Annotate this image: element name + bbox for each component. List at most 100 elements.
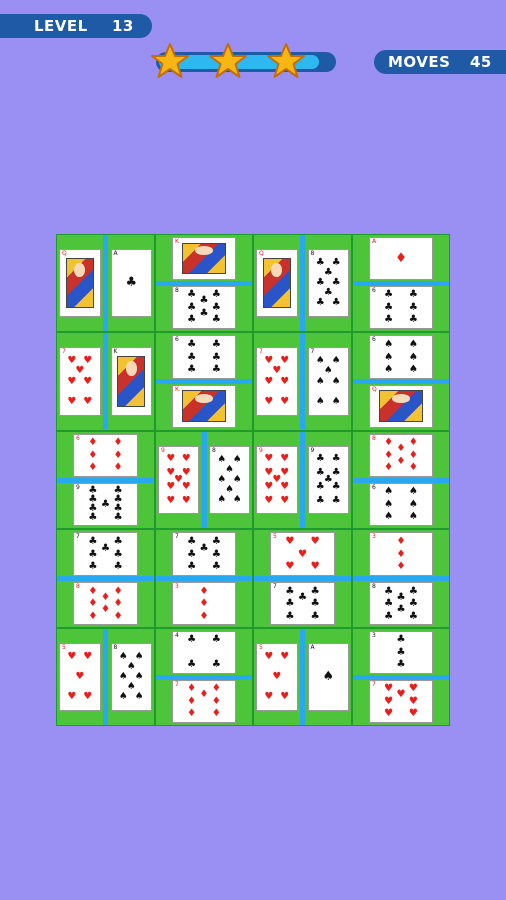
card-rank: Q — [372, 385, 377, 393]
domino-tile[interactable]: K 8 ♣ ♣ ♣ ♣ ♣ ♣ ♣ ♣ — [156, 235, 252, 331]
diamond-pip-icon: ♦ — [100, 603, 111, 616]
domino-tile[interactable]: 9 ♥ ♥ ♥ ♥ ♥ ♥ ♥ ♥ ♥ 8 ♠ ♠ ♠ ♠ ♠ ♠ ♠ ♠ — [156, 432, 252, 528]
diamond-pip-icon: ♦ — [396, 443, 406, 455]
heart-pip-icon: ♥ — [384, 695, 394, 707]
card-rank: 9 — [259, 447, 263, 454]
spade-pip-icon: ♠ — [232, 474, 242, 485]
spade-pip-icon: ♠ — [384, 486, 394, 498]
card-rank: Q — [62, 250, 67, 257]
diamond-pip-icon: ♦ — [211, 683, 221, 695]
card-rank: 7 — [372, 681, 376, 688]
tile-divider — [103, 333, 108, 430]
tile-divider — [103, 235, 108, 331]
heart-pip-icon: ♥ — [181, 495, 191, 507]
club-pip-icon: ♣ — [113, 547, 123, 560]
playing-card: 3 ♦ ♦ ♦ — [369, 532, 433, 576]
heart-pip-icon: ♥ — [67, 375, 77, 387]
spade-pip-icon: ♠ — [118, 690, 128, 702]
card-rank: 8 — [372, 582, 376, 590]
diamond-pip-icon: ♦ — [113, 437, 123, 449]
playing-card: 7 ♥ ♥ ♥ ♥ ♥ ♥ ♥ — [369, 680, 433, 723]
diamond-pip-icon: ♦ — [88, 449, 98, 461]
diamond-pip-icon: ♦ — [113, 609, 123, 622]
tile-divider — [103, 629, 108, 725]
diamond-pip-icon: ♦ — [88, 609, 98, 622]
heart-pip-icon: ♥ — [83, 690, 93, 702]
spade-pip-icon: ♠ — [408, 510, 418, 522]
club-pip-icon: ♣ — [211, 301, 221, 313]
level-indicator: LEVEL 13 — [0, 14, 152, 38]
domino-tile[interactable]: 9 ♥ ♥ ♥ ♥ ♥ ♥ ♥ ♥ ♥ 9 ♣ ♣ ♣ ♣ ♣ ♣ ♣ ♣ ♣ — [254, 432, 351, 528]
heart-pip-icon: ♥ — [280, 466, 290, 478]
club-pip-icon: ♣ — [211, 547, 222, 560]
playing-card: A ♣ — [110, 249, 152, 317]
playing-card: 5 ♥ ♥ ♥ ♥ ♥ — [256, 643, 298, 711]
heart-pip-icon: ♥ — [280, 395, 290, 407]
card-rank: 9 — [161, 447, 165, 454]
playing-card: K — [110, 347, 152, 416]
puzzle-board: Q A ♣ K 8 ♣ ♣ ♣ ♣ ♣ ♣ ♣ ♣ Q 8 ♣ ♣ ♣ ♣ ♣ ♣ ♣ ♣ A ♦ 6 ♣ ♣ ♣ ♣ ♣ ♣ 7 ♥ ♥ ♥ ♥ ♥ ♥ ♥… — [56, 234, 450, 726]
spade-pip-icon: ♠ — [232, 493, 242, 505]
domino-tile[interactable]: 7 ♥ ♥ ♥ ♥ ♥ ♥ ♥ K — [57, 333, 154, 430]
club-pip-icon: ♣ — [211, 634, 221, 646]
club-pip-icon: ♣ — [113, 560, 123, 573]
domino-tile[interactable]: Q A ♣ — [57, 235, 154, 331]
diamond-pip-icon: ♦ — [396, 560, 406, 573]
heart-pip-icon: ♥ — [408, 695, 418, 707]
domino-tile[interactable]: 6 ♣ ♣ ♣ ♣ ♣ ♣ K — [156, 333, 252, 430]
face-card-portrait — [181, 242, 227, 275]
domino-tile[interactable]: 5 ♥ ♥ ♥ ♥ ♥ A ♠ — [254, 629, 351, 725]
diamond-pip-icon: ♦ — [100, 591, 111, 604]
domino-tile[interactable]: 5 ♥ ♥ ♥ ♥ ♥ 7 ♣ ♣ ♣ ♣ ♣ ♣ ♣ — [254, 530, 351, 627]
playing-card: 6 ♣ ♣ ♣ ♣ ♣ ♣ — [172, 335, 236, 379]
domino-tile[interactable]: 7 ♣ ♣ ♣ ♣ ♣ ♣ ♣ 3 ♦ ♦ ♦ — [156, 530, 252, 627]
club-pip-icon: ♣ — [310, 597, 320, 610]
diamond-pip-icon: ♦ — [113, 461, 123, 473]
domino-tile[interactable]: A ♦ 6 ♣ ♣ ♣ ♣ ♣ ♣ — [353, 235, 449, 331]
club-pip-icon: ♣ — [211, 535, 222, 548]
face-card-portrait — [65, 257, 94, 309]
domino-tile[interactable]: 5 ♥ ♥ ♥ ♥ ♥ 8 ♠ ♠ ♠ ♠ ♠ ♠ ♠ ♠ — [57, 629, 154, 725]
tile-divider — [57, 477, 154, 483]
domino-tile[interactable]: 4 ♣ ♣ ♣ ♣ 7 ♦ ♦ ♦ ♦ ♦ ♦ ♦ — [156, 629, 252, 725]
club-pip-icon: ♣ — [113, 511, 123, 523]
playing-card: 8 ♠ ♠ ♠ ♠ ♠ ♠ ♠ ♠ — [209, 446, 250, 514]
card-rank: 9 — [76, 484, 80, 491]
club-pip-icon: ♣ — [331, 277, 341, 288]
domino-tile[interactable]: 6 ♦ ♦ ♦ ♦ ♦ ♦ 9 ♣ ♣ ♣ ♣ ♣ ♣ ♣ ♣ ♣ — [57, 432, 154, 528]
playing-card: 5 ♥ ♥ ♥ ♥ ♥ — [59, 643, 101, 711]
club-pip-icon: ♣ — [186, 560, 197, 573]
domino-tile[interactable]: 3 ♦ ♦ ♦ 8 ♣ ♣ ♣ ♣ ♣ ♣ ♣ ♣ — [353, 530, 449, 627]
club-pip-icon: ♣ — [383, 597, 394, 610]
tile-divider — [254, 576, 351, 581]
heart-pip-icon: ♥ — [67, 651, 77, 663]
club-pip-icon: ♣ — [186, 363, 197, 376]
card-rank: 8 — [76, 582, 80, 590]
diamond-pip-icon: ♦ — [187, 695, 197, 707]
club-pip-icon: ♣ — [384, 313, 394, 325]
club-pip-icon: ♣ — [88, 511, 98, 523]
club-pip-icon: ♣ — [396, 646, 406, 658]
club-pip-icon: ♣ — [199, 295, 209, 307]
domino-tile[interactable]: 3 ♣ ♣ ♣ 7 ♥ ♥ ♥ ♥ ♥ ♥ ♥ — [353, 629, 449, 725]
domino-tile[interactable]: 8 ♦ ♦ ♦ ♦ ♦ ♦ ♦ ♦ 6 ♠ ♠ ♠ ♠ ♠ ♠ — [353, 432, 449, 528]
club-pip-icon: ♣ — [211, 338, 222, 351]
domino-tile[interactable]: 6 ♠ ♠ ♠ ♠ ♠ ♠ Q — [353, 333, 449, 430]
heart-pip-icon: ♥ — [280, 651, 290, 663]
spade-pip-icon: ♠ — [134, 651, 144, 663]
playing-card: K — [172, 237, 236, 280]
heart-pip-icon: ♥ — [384, 683, 394, 695]
tile-divider — [353, 379, 449, 384]
domino-tile[interactable]: 7 ♣ ♣ ♣ ♣ ♣ ♣ ♣ 8 ♦ ♦ ♦ ♦ ♦ ♦ ♦ ♦ — [57, 530, 154, 627]
heart-pip-icon: ♥ — [310, 535, 320, 548]
heart-pip-icon: ♥ — [75, 671, 85, 682]
playing-card: 8 ♠ ♠ ♠ ♠ ♠ ♠ ♠ ♠ — [110, 643, 152, 711]
spade-pip-icon: ♠ — [408, 486, 418, 498]
diamond-pip-icon: ♦ — [396, 455, 406, 467]
diamond-pip-icon: ♦ — [187, 683, 197, 695]
club-pip-icon: ♣ — [331, 481, 341, 493]
spade-pip-icon: ♠ — [217, 493, 227, 505]
domino-tile[interactable]: 7 ♥ ♥ ♥ ♥ ♥ ♥ ♥ 7 ♠ ♠ ♠ ♠ ♠ ♠ ♠ — [254, 333, 351, 430]
moves-number: 45 — [470, 53, 492, 71]
domino-tile[interactable]: Q 8 ♣ ♣ ♣ ♣ ♣ ♣ ♣ ♣ — [254, 235, 351, 331]
